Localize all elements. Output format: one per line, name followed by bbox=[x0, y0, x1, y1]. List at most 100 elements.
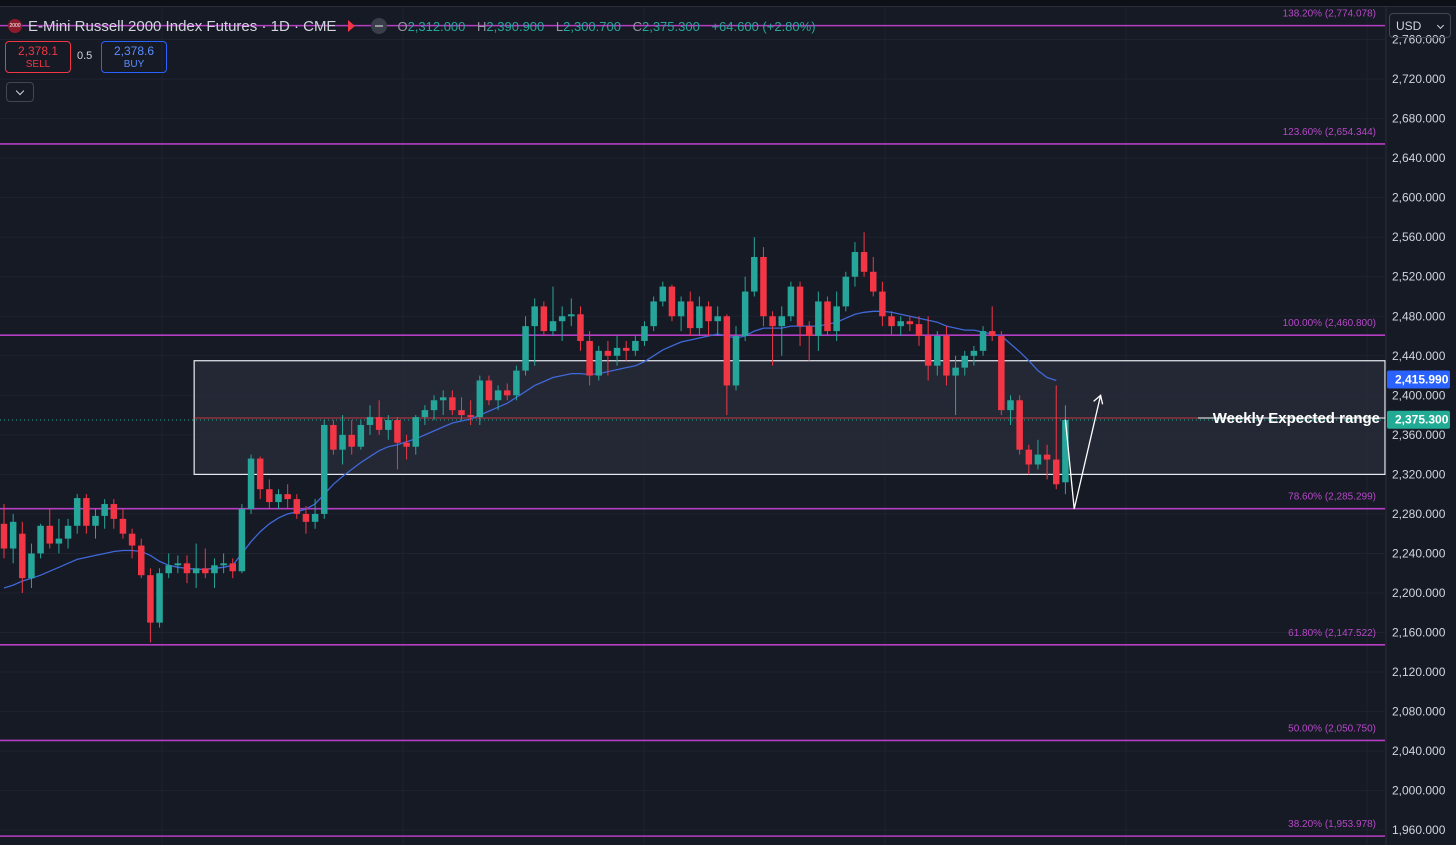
candle-body[interactable] bbox=[110, 504, 118, 519]
candle-body[interactable] bbox=[622, 347, 630, 351]
currency-select[interactable]: USD bbox=[1389, 13, 1451, 38]
candle-body[interactable] bbox=[952, 367, 959, 376]
candle-body[interactable] bbox=[641, 326, 648, 341]
candle-body[interactable] bbox=[915, 324, 923, 337]
candle-body[interactable] bbox=[366, 417, 374, 425]
candle-body[interactable] bbox=[824, 301, 831, 332]
candle-body[interactable] bbox=[266, 489, 273, 503]
candle-body[interactable] bbox=[924, 336, 932, 366]
candle-body[interactable] bbox=[476, 380, 484, 418]
candle-body[interactable] bbox=[430, 400, 438, 411]
candle-body[interactable] bbox=[970, 350, 978, 356]
candle-body[interactable] bbox=[293, 499, 301, 514]
candle-body[interactable] bbox=[751, 256, 758, 292]
symbol-title[interactable]: E-Mini Russell 2000 Index Futures · 1D ·… bbox=[28, 18, 336, 35]
sell-button[interactable]: 2,378.1 SELL bbox=[5, 41, 71, 73]
candle-body[interactable] bbox=[613, 347, 621, 356]
candle-body[interactable] bbox=[540, 306, 548, 332]
candle-body[interactable] bbox=[769, 316, 776, 327]
candle-body[interactable] bbox=[28, 553, 35, 579]
candle-body[interactable] bbox=[577, 314, 584, 341]
candle-body[interactable] bbox=[842, 276, 850, 307]
candle-body[interactable] bbox=[815, 301, 822, 337]
candle-body[interactable] bbox=[119, 518, 127, 534]
candle-body[interactable] bbox=[677, 301, 685, 317]
candle-body[interactable] bbox=[705, 306, 712, 322]
candle-body[interactable] bbox=[659, 286, 667, 302]
candle-body[interactable] bbox=[687, 301, 694, 329]
hide-icon[interactable] bbox=[371, 18, 388, 34]
candle-body[interactable] bbox=[485, 380, 493, 401]
candle-body[interactable] bbox=[558, 316, 566, 322]
candle-body[interactable] bbox=[467, 415, 474, 418]
candle-body[interactable] bbox=[888, 316, 895, 327]
candle-body[interactable] bbox=[1062, 420, 1069, 483]
candle-body[interactable] bbox=[92, 515, 99, 526]
candle-body[interactable] bbox=[311, 513, 319, 522]
candle-body[interactable] bbox=[522, 326, 529, 371]
candle-body[interactable] bbox=[156, 573, 163, 623]
candle-body[interactable] bbox=[513, 370, 520, 396]
candle-body[interactable] bbox=[741, 291, 749, 337]
candle-body[interactable] bbox=[256, 458, 264, 490]
candle-body[interactable] bbox=[394, 420, 401, 443]
candle-body[interactable] bbox=[211, 565, 218, 574]
candle-body[interactable] bbox=[568, 314, 575, 317]
candle-body[interactable] bbox=[73, 498, 81, 526]
candle-body[interactable] bbox=[851, 252, 859, 277]
candle-body[interactable] bbox=[934, 336, 941, 366]
candle-body[interactable] bbox=[787, 286, 795, 317]
candle-body[interactable] bbox=[494, 390, 502, 401]
candle-body[interactable] bbox=[979, 331, 987, 351]
candle-body[interactable] bbox=[1016, 400, 1023, 450]
candle-body[interactable] bbox=[449, 397, 456, 411]
candle-body[interactable] bbox=[101, 504, 108, 516]
candle-body[interactable] bbox=[870, 271, 877, 292]
candle-body[interactable] bbox=[375, 417, 383, 430]
candle-body[interactable] bbox=[19, 533, 26, 579]
candle-body[interactable] bbox=[1053, 459, 1060, 485]
candle-body[interactable] bbox=[357, 424, 365, 447]
candle-body[interactable] bbox=[604, 350, 612, 356]
candle-body[interactable] bbox=[321, 424, 328, 514]
candle-body[interactable] bbox=[403, 442, 410, 447]
candle-body[interactable] bbox=[1043, 454, 1051, 460]
candle-body[interactable] bbox=[385, 420, 392, 430]
candle-body[interactable] bbox=[421, 410, 429, 418]
candle-body[interactable] bbox=[330, 424, 337, 450]
candle-body[interactable] bbox=[238, 508, 246, 572]
candle-body[interactable] bbox=[339, 434, 346, 450]
candle-body[interactable] bbox=[696, 306, 703, 329]
candle-body[interactable] bbox=[64, 525, 72, 539]
candle-body[interactable] bbox=[174, 563, 182, 566]
candle-body[interactable] bbox=[284, 494, 291, 500]
candle-body[interactable] bbox=[192, 568, 200, 574]
candle-body[interactable] bbox=[247, 458, 255, 509]
candle-body[interactable] bbox=[632, 340, 639, 351]
collapse-legend-button[interactable] bbox=[6, 82, 34, 102]
candle-body[interactable] bbox=[183, 563, 191, 574]
candle-body[interactable] bbox=[805, 326, 813, 337]
candle-body[interactable] bbox=[138, 545, 145, 576]
candle-body[interactable] bbox=[147, 575, 154, 623]
candle-body[interactable] bbox=[412, 417, 420, 447]
candle-body[interactable] bbox=[9, 521, 17, 549]
candle-body[interactable] bbox=[128, 533, 136, 546]
candle-body[interactable] bbox=[1007, 400, 1014, 411]
candle-body[interactable] bbox=[202, 568, 209, 574]
candle-body[interactable] bbox=[943, 336, 950, 376]
price-chart[interactable]: 138.20% (2,774.078) 123.60% (2,654.344) 10… bbox=[0, 0, 1456, 845]
candle-body[interactable] bbox=[46, 525, 54, 544]
candle-body[interactable] bbox=[83, 498, 90, 526]
candle-body[interactable] bbox=[55, 538, 63, 544]
candle-body[interactable] bbox=[1025, 449, 1033, 465]
candle-body[interactable] bbox=[668, 286, 676, 317]
candle-body[interactable] bbox=[229, 563, 237, 572]
candle-body[interactable] bbox=[860, 252, 868, 272]
candle-body[interactable] bbox=[879, 291, 886, 317]
candle-body[interactable] bbox=[732, 336, 740, 386]
candle-body[interactable] bbox=[531, 306, 538, 327]
candle-body[interactable] bbox=[714, 316, 721, 322]
candle-body[interactable] bbox=[760, 256, 767, 317]
candle-body[interactable] bbox=[833, 306, 840, 332]
